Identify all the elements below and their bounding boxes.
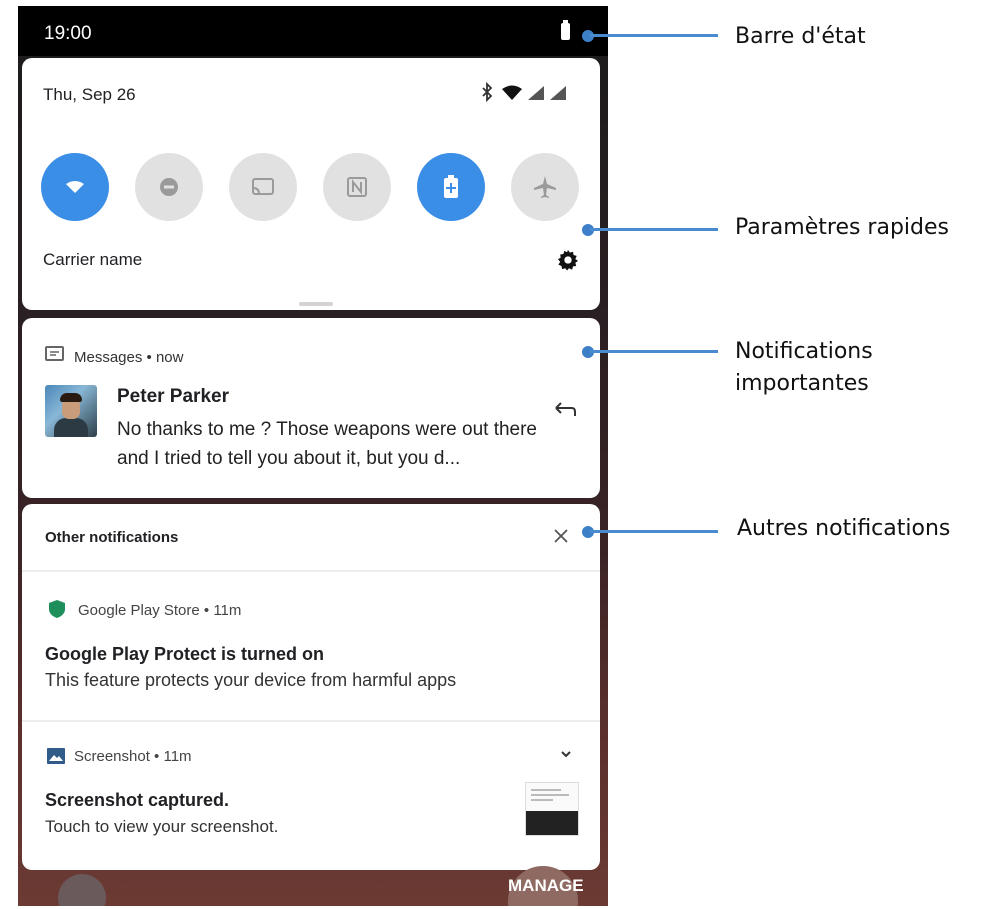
messages-notification[interactable]: Messages • now Peter Parker No thanks to…: [22, 318, 600, 498]
message-sender: Peter Parker: [117, 386, 229, 407]
settings-gear-icon[interactable]: [557, 249, 579, 271]
callout-line: [590, 530, 718, 533]
system-status-icons: [482, 81, 566, 103]
section-header: Other notifications: [45, 529, 179, 546]
notification-text: This feature protects your device from h…: [45, 670, 457, 690]
drag-handle[interactable]: [299, 302, 333, 306]
battery-saver-tile[interactable]: [417, 153, 485, 221]
cast-icon: [252, 178, 274, 195]
dnd-tile[interactable]: [135, 153, 203, 221]
cell-signal-2-icon: [550, 86, 566, 100]
divider: [22, 570, 600, 572]
wifi-tile[interactable]: [41, 153, 109, 221]
shield-icon: [49, 600, 65, 618]
battery-saver-icon: [444, 175, 458, 198]
other-notifications-panel: Other notifications Google Play Store • …: [22, 504, 600, 870]
callout-other-notifications: Autres notifications: [737, 516, 951, 541]
notification-text: Touch to view your screenshot.: [45, 817, 279, 836]
callout-quick-settings: Paramètres rapides: [735, 215, 949, 240]
image-icon: [47, 748, 65, 764]
message-icon: [45, 346, 64, 361]
notification-app-name: Messages • now: [74, 349, 184, 366]
callout-status-bar: Barre d'état: [735, 24, 866, 49]
notification-title: Google Play Protect is turned on: [45, 644, 325, 664]
cast-tile[interactable]: [229, 153, 297, 221]
callout-line: [590, 228, 718, 231]
status-time: 19:00: [44, 23, 92, 44]
google-app-icon[interactable]: [58, 874, 106, 906]
nfc-icon: [347, 177, 367, 197]
notification-app-name: Google Play Store • 11m: [78, 602, 242, 619]
notification-app-name: Screenshot • 11m: [74, 748, 192, 765]
wifi-icon: [66, 181, 84, 193]
callout-important-notifications: Notifications importantes: [735, 339, 873, 396]
callout-line: [590, 34, 718, 37]
bluetooth-icon: [482, 81, 493, 103]
close-icon[interactable]: [553, 528, 569, 544]
message-text: No thanks to me ? Those weapons were out…: [117, 419, 538, 469]
carrier-name: Carrier name: [43, 250, 143, 269]
screenshot-thumbnail[interactable]: [525, 782, 579, 836]
phone-screen: 19:00 Thu, Sep 26 Carrier name Messages …: [18, 6, 608, 906]
wifi-icon: [502, 85, 522, 100]
qs-date: Thu, Sep 26: [43, 85, 136, 104]
airplane-icon: [534, 176, 556, 198]
chevron-down-icon[interactable]: [560, 749, 572, 759]
cell-signal-icon: [528, 86, 544, 100]
airplane-tile[interactable]: [511, 153, 579, 221]
status-bar: 19:00: [18, 6, 608, 56]
do-not-disturb-icon: [160, 178, 178, 196]
battery-icon: [561, 20, 570, 40]
manage-notifications-button[interactable]: MANAGE: [508, 876, 584, 896]
callout-line: [590, 350, 718, 353]
reply-icon[interactable]: [552, 398, 578, 420]
divider: [22, 720, 600, 722]
avatar: [45, 385, 97, 437]
quick-settings-panel: Thu, Sep 26 Carrier name: [22, 58, 600, 310]
nfc-tile[interactable]: [323, 153, 391, 221]
notification-title: Screenshot captured.: [45, 790, 230, 810]
